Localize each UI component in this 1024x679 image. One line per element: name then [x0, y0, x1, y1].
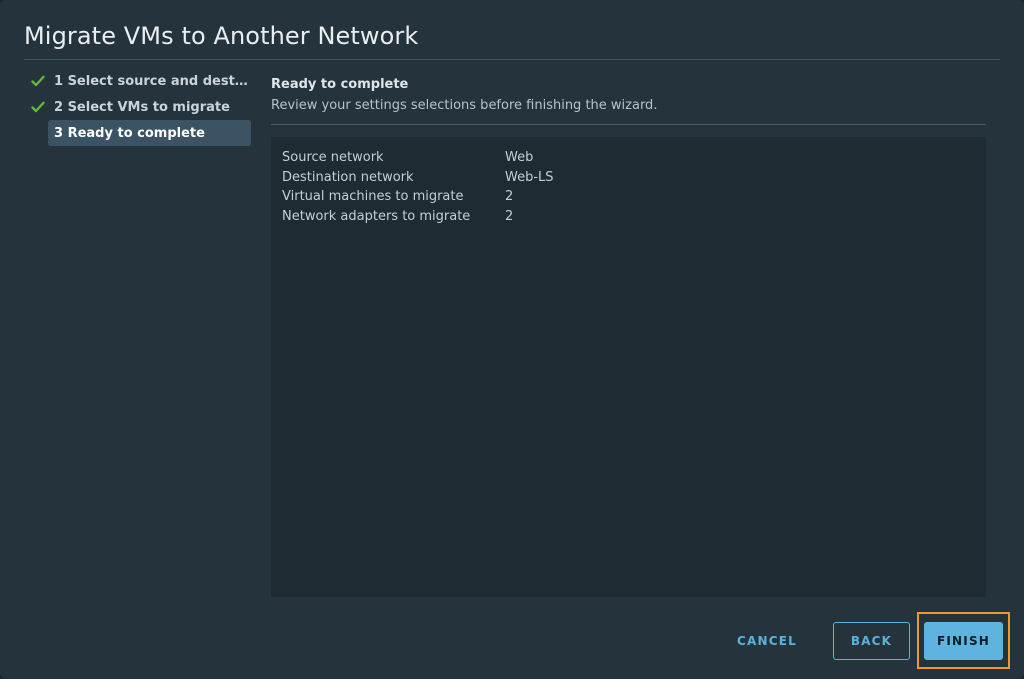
summary-value: 2 — [505, 189, 514, 204]
step-ready-to-complete[interactable]: 3 Ready to complete — [48, 120, 251, 146]
dialog-title: Migrate VMs to Another Network — [24, 22, 419, 50]
content-subheading: Review your settings selections before f… — [271, 98, 658, 113]
cancel-button[interactable]: CANCEL — [719, 622, 815, 660]
table-row: Virtual machines to migrate 2 — [282, 187, 554, 207]
finish-button[interactable]: FINISH — [924, 621, 1003, 660]
summary-key: Destination network — [282, 169, 414, 185]
title-divider — [24, 59, 1000, 60]
table-row: Destination network Web-LS — [282, 168, 554, 188]
step-label: 1 Select source and destina... — [54, 73, 250, 89]
step-label: 2 Select VMs to migrate — [54, 99, 230, 115]
step-select-source-destination[interactable]: 1 Select source and destina... — [28, 68, 253, 94]
step-select-vms[interactable]: 2 Select VMs to migrate — [28, 94, 253, 120]
step-label: 3 Ready to complete — [54, 125, 205, 141]
summary-value: 2 — [505, 208, 514, 224]
summary-value: Web-LS — [505, 169, 554, 185]
step-content-header: Ready to complete Review your settings s… — [271, 76, 986, 125]
check-icon — [28, 75, 48, 87]
table-row: Source network Web — [282, 148, 554, 168]
content-heading: Ready to complete — [271, 77, 409, 92]
back-button[interactable]: BACK — [833, 621, 910, 660]
migrate-vms-dialog: Migrate VMs to Another Network 1 Select … — [0, 0, 1024, 679]
finish-highlight-box: FINISH — [917, 612, 1010, 669]
wizard-steps: 1 Select source and destina... 2 Select … — [28, 68, 253, 146]
summary-key: Network adapters to migrate — [282, 208, 471, 224]
check-icon — [28, 101, 48, 113]
summary-key: Virtual machines to migrate — [282, 189, 464, 204]
summary-key: Source network — [282, 150, 384, 165]
table-row: Network adapters to migrate 2 — [282, 207, 554, 227]
summary-panel: Source network Web Destination network W… — [271, 137, 986, 597]
content-divider — [271, 124, 986, 125]
summary-value: Web — [505, 150, 534, 165]
dialog-footer: CANCEL BACK FINISH — [719, 612, 1010, 669]
summary-table: Source network Web Destination network W… — [282, 148, 554, 226]
